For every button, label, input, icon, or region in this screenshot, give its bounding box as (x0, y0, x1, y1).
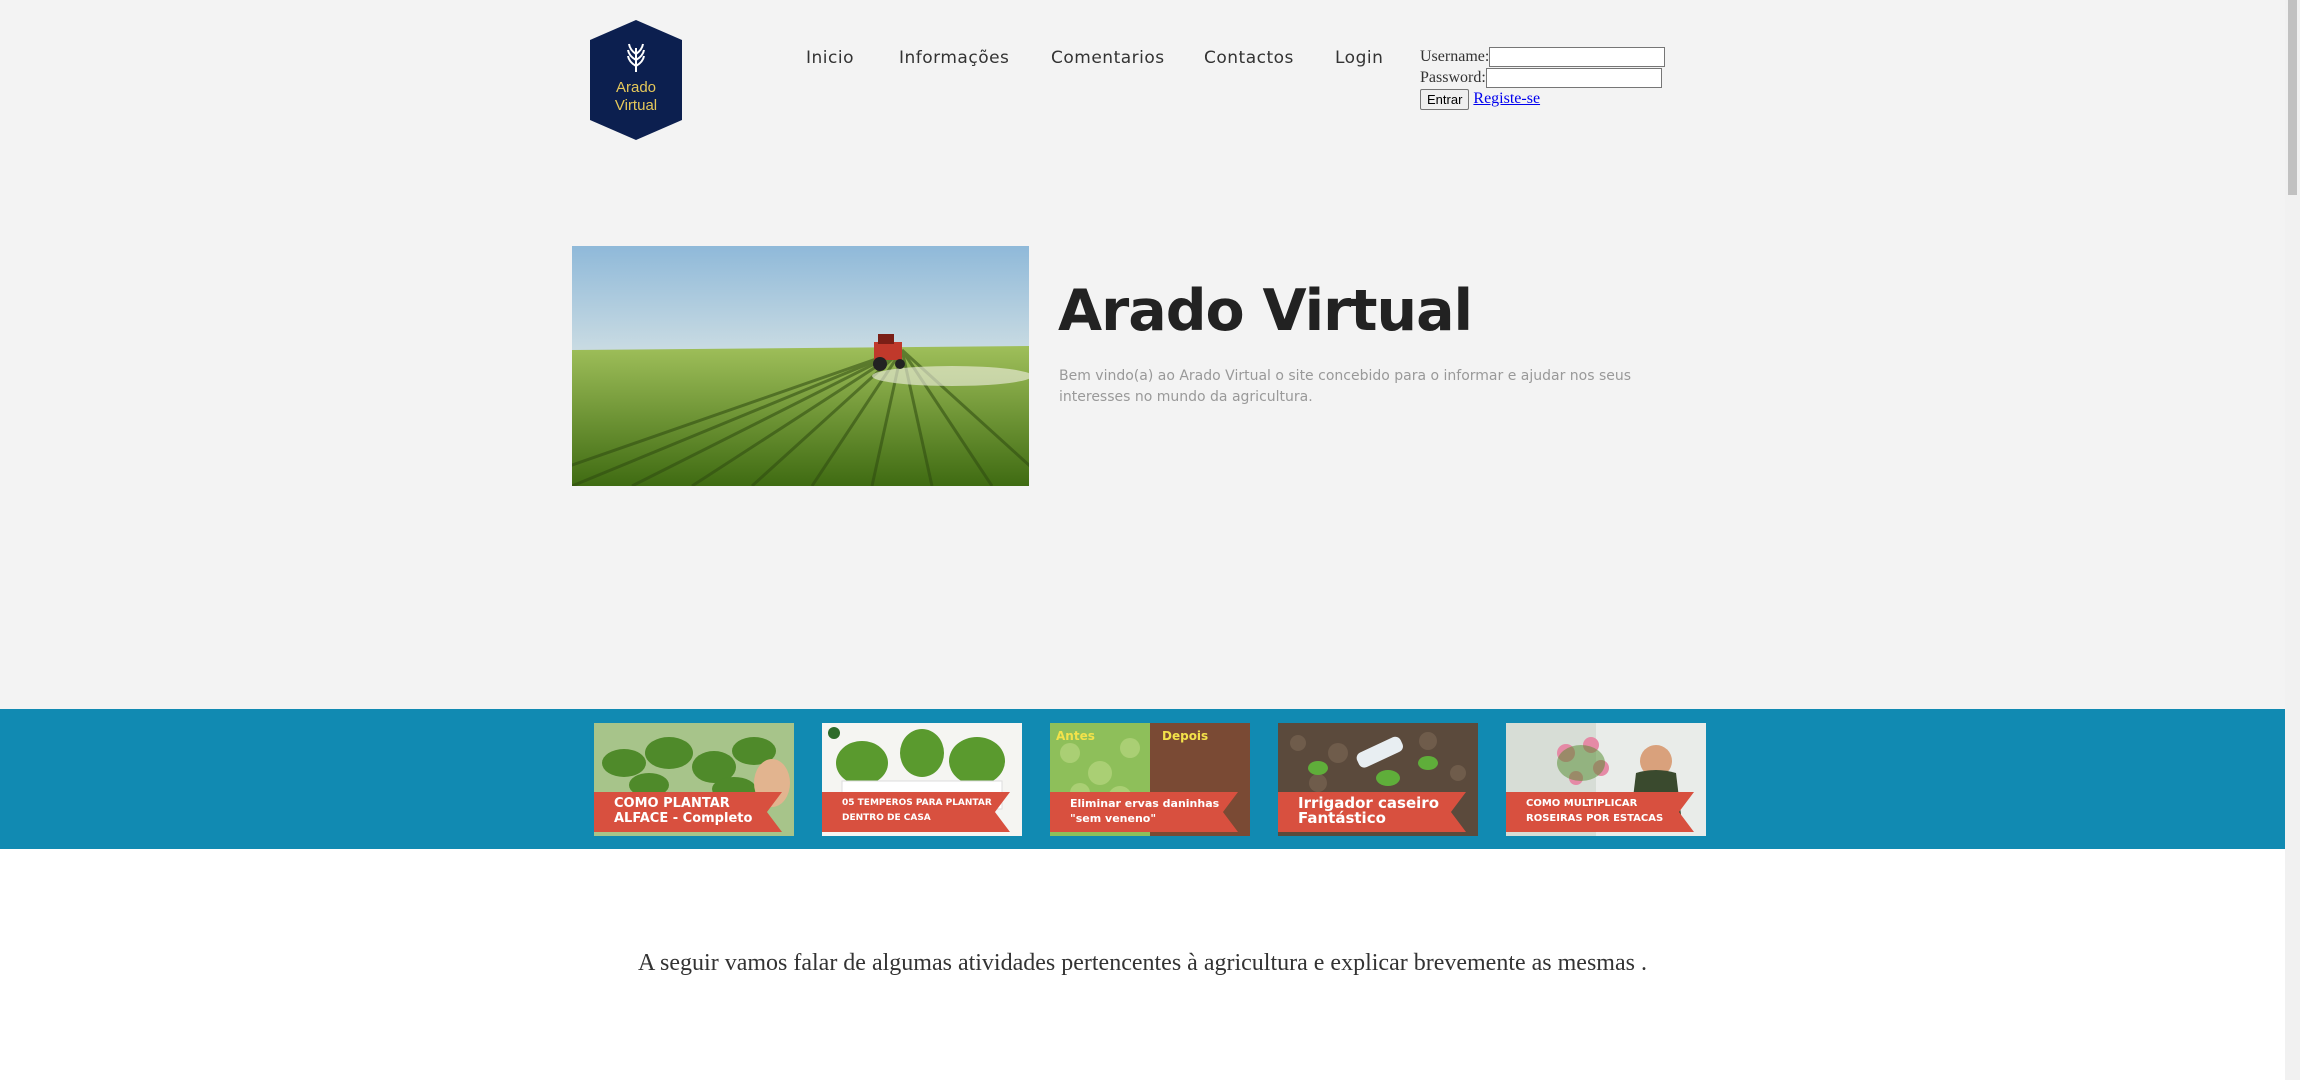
nav-inicio[interactable]: Inicio (806, 48, 854, 68)
nav-login[interactable]: Login (1335, 48, 1383, 68)
hero-description: Bem vindo(a) ao Arado Virtual o site con… (1059, 368, 1632, 405)
video-thumbnail[interactable]: COMO PLANTAR ALFACE - Completo (594, 723, 794, 836)
video-tag-after: Depois (1162, 729, 1209, 743)
video-thumbnail[interactable]: Irrigador caseiro Fantástico (1278, 723, 1478, 836)
nav-comentarios[interactable]: Comentarios (1051, 48, 1165, 68)
video-caption: 05 TEMPEROS PARA PLANTAR DENTRO DE CASA (822, 792, 1010, 832)
page: Arado Virtual Inicio Informações Comenta… (0, 0, 2285, 1080)
scrollbar-thumb[interactable] (2288, 0, 2297, 195)
video-caption: COMO MULTIPLICAR ROSEIRAS POR ESTACAS (1506, 792, 1694, 832)
video-caption: Irrigador caseiro Fantástico (1278, 792, 1466, 832)
username-label: Username: (1420, 48, 1490, 65)
login-form: Username: Password: Entrar Registe-se (1420, 46, 1666, 110)
hero-image (572, 246, 1029, 486)
site-logo[interactable]: Arado Virtual (588, 20, 684, 140)
video-thumbnail[interactable]: Antes Depois Eliminar ervas daninhas "se… (1050, 723, 1250, 836)
intro-section: A seguir vamos falar de algumas atividad… (0, 849, 2285, 1080)
logo-badge: Arado Virtual (590, 20, 682, 140)
username-input[interactable] (1489, 47, 1666, 68)
register-link[interactable]: Registe-se (1473, 90, 1540, 107)
password-label: Password: (1420, 69, 1486, 86)
svg-text:Arado: Arado (616, 79, 656, 96)
video-caption: COMO PLANTAR ALFACE - Completo (594, 792, 782, 832)
hero-title: Arado Virtual (1058, 278, 1473, 344)
video-caption: Eliminar ervas daninhas "sem veneno" (1050, 792, 1238, 832)
video-band: COMO PLANTAR ALFACE - Completo 05 TEMPER… (0, 709, 2285, 849)
video-tag-before: Antes (1056, 729, 1095, 743)
page-scrollbar[interactable] (2285, 0, 2300, 1080)
login-submit-button[interactable]: Entrar (1420, 88, 1470, 110)
intro-text: A seguir vamos falar de algumas atividad… (638, 950, 1647, 976)
nav-informacoes[interactable]: Informações (899, 48, 1009, 68)
password-input[interactable] (1485, 68, 1662, 89)
video-thumbnail[interactable]: COMO MULTIPLICAR ROSEIRAS POR ESTACAS (1506, 723, 1706, 836)
video-thumbnail[interactable]: 05 TEMPEROS PARA PLANTAR DENTRO DE CASA (822, 723, 1022, 836)
nav-contactos[interactable]: Contactos (1204, 48, 1294, 68)
svg-text:Virtual: Virtual (615, 97, 657, 114)
